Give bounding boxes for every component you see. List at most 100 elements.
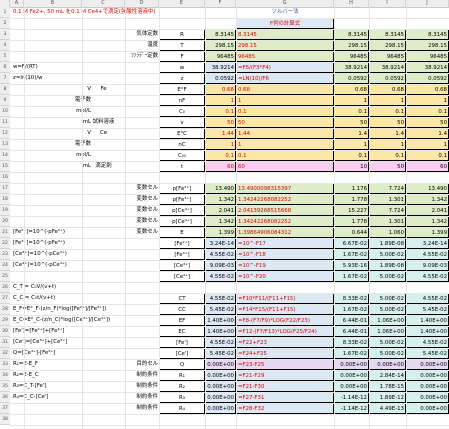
row-header-1[interactable]: 1	[0, 7, 10, 18]
value-cell-j[interactable]: 4.55E-02	[406, 293, 449, 304]
value-cell-j[interactable]: 96485	[406, 51, 449, 62]
formula-cell-g[interactable]: 1.39864906084312	[236, 227, 334, 238]
value-cell-h[interactable]: 6.67E-02	[334, 238, 369, 249]
column-header-d[interactable]: D	[125, 0, 159, 7]
value-cell-i[interactable]: 1.89E-08	[369, 260, 406, 271]
value-cell-h[interactable]: 96485	[334, 51, 369, 62]
value-cell-h[interactable]: 50	[334, 117, 369, 128]
value-cell-f[interactable]: 60	[205, 161, 236, 172]
value-cell-h[interactable]: 6.44E-01	[334, 315, 369, 326]
value-cell-f[interactable]: 0.00E+00	[205, 359, 236, 370]
row-header-20[interactable]: 20	[0, 216, 10, 227]
value-cell-h[interactable]: 8.3145	[334, 29, 369, 40]
formula-cell-g[interactable]: 96485	[236, 51, 334, 62]
symbol-cell[interactable]: CT	[159, 293, 205, 304]
value-cell-j[interactable]: 0.00E+00	[406, 403, 449, 414]
symbol-cell[interactable]: R₁	[159, 370, 205, 381]
formula-cell-g[interactable]: =F21-F30	[236, 381, 334, 392]
value-cell-h[interactable]: 0.644	[334, 227, 369, 238]
symbol-cell[interactable]: E	[159, 227, 205, 238]
symbol-cell[interactable]: T	[159, 40, 205, 51]
value-cell-i[interactable]: 1.4	[369, 128, 406, 139]
formula-cell-g[interactable]: =LN(10)/F6	[236, 73, 334, 84]
value-cell-j[interactable]: 1.342	[406, 194, 449, 205]
column-header-i[interactable]: I	[369, 0, 406, 7]
symbol-cell[interactable]: [Fe³⁺]	[159, 249, 205, 260]
formula-cell-g[interactable]: =F27-F31	[236, 392, 334, 403]
value-cell-h[interactable]: 1	[334, 139, 369, 150]
value-cell-h[interactable]: 1.67E-02	[334, 271, 369, 282]
value-cell-i[interactable]: 0.0592	[369, 73, 406, 84]
value-cell-i[interactable]: 7.724	[369, 183, 406, 194]
value-cell-j[interactable]: 5.45E-02	[406, 348, 449, 359]
value-cell-j[interactable]: 1.40E+00	[406, 326, 449, 337]
value-cell-j[interactable]: 1.342	[406, 216, 449, 227]
formula-cell-g[interactable]: =F5/(F3*F4)	[236, 62, 334, 73]
row-header-11[interactable]: 11	[0, 117, 10, 128]
value-cell-f[interactable]: 1.40E+00	[205, 326, 236, 337]
value-cell-j[interactable]: 38.9214	[406, 62, 449, 73]
value-cell-i[interactable]: 0.68	[369, 84, 406, 95]
value-cell-j[interactable]: 50	[406, 117, 449, 128]
symbol-cell[interactable]: F	[159, 51, 205, 62]
value-cell-j[interactable]: 0.00E+00	[406, 392, 449, 403]
value-cell-h[interactable]: 1.67E-02	[334, 348, 369, 359]
value-cell-f[interactable]: 5.45E-02	[205, 304, 236, 315]
value-cell-f[interactable]: 0.00E+00	[205, 381, 236, 392]
value-cell-i[interactable]: 1.060	[369, 227, 406, 238]
value-cell-h[interactable]: 0.1	[334, 106, 369, 117]
value-cell-f[interactable]: 4.55E-02	[205, 271, 236, 282]
formula-cell-g[interactable]: =F23-F25	[236, 359, 334, 370]
value-cell-i[interactable]: 1.301	[369, 194, 406, 205]
formula-cell-g[interactable]: 0.1	[236, 150, 334, 161]
formula-cell-g[interactable]: =10^-F18	[236, 249, 334, 260]
value-cell-f[interactable]: 9.09E-03	[205, 260, 236, 271]
value-cell-i[interactable]: 38.9214	[369, 62, 406, 73]
value-cell-f[interactable]: 3.24E-14	[205, 238, 236, 249]
value-cell-h[interactable]: 0.00E+00	[334, 370, 369, 381]
value-cell-h[interactable]: 1	[334, 95, 369, 106]
row-header-29[interactable]: 29	[0, 315, 10, 326]
symbol-cell[interactable]: [Ce⁴⁺]	[159, 271, 205, 282]
formula-cell-g[interactable]: 50	[236, 117, 334, 128]
value-cell-f[interactable]: 0.1	[205, 150, 236, 161]
value-cell-i[interactable]: 5.00E-02	[369, 304, 406, 315]
value-cell-f[interactable]: 96485	[205, 51, 236, 62]
formula-cell-g[interactable]: =10^-F20	[236, 271, 334, 282]
formula-cell-g[interactable]: 13.4900098315397	[236, 183, 334, 194]
row-header-4[interactable]: 4	[0, 40, 10, 51]
value-cell-i[interactable]: 0.00E+00	[369, 359, 406, 370]
value-cell-j[interactable]: 0.00E+00	[406, 381, 449, 392]
value-cell-i[interactable]: 96485	[369, 51, 406, 62]
value-cell-j[interactable]: 13.490	[406, 183, 449, 194]
value-cell-i[interactable]: 8.3145	[369, 29, 406, 40]
row-header-38[interactable]: 38	[0, 414, 10, 425]
value-cell-i[interactable]: 5.00E-02	[369, 348, 406, 359]
row-header-33[interactable]: 33	[0, 359, 10, 370]
row-header-15[interactable]: 15	[0, 161, 10, 172]
value-cell-i[interactable]: 1.89E-12	[369, 392, 406, 403]
row-header-21[interactable]: 21	[0, 227, 10, 238]
value-cell-f[interactable]: 1.40E+00	[205, 315, 236, 326]
row-header-24[interactable]: 24	[0, 260, 10, 271]
value-cell-f[interactable]: 1.44	[205, 128, 236, 139]
value-cell-f[interactable]: 1	[205, 139, 236, 150]
value-cell-f[interactable]: 2.041	[205, 205, 236, 216]
value-cell-h[interactable]: 1.778	[334, 216, 369, 227]
formula-cell-g[interactable]: =F14*F15/(F11+F15)	[236, 304, 334, 315]
value-cell-j[interactable]: 4.55E-02	[406, 271, 449, 282]
value-cell-f[interactable]: 1.399	[205, 227, 236, 238]
value-cell-f[interactable]: 38.9214	[205, 62, 236, 73]
value-cell-j[interactable]: 0.68	[406, 84, 449, 95]
symbol-cell[interactable]: [Ce³⁺]	[159, 260, 205, 271]
formula-cell-g[interactable]: 1.34242268082252	[236, 194, 334, 205]
row-header-14[interactable]: 14	[0, 150, 10, 161]
row-header-26[interactable]: 26	[0, 282, 10, 293]
row-header-23[interactable]: 23	[0, 249, 10, 260]
formula-cell-g[interactable]: 1	[236, 139, 334, 150]
row-header-22[interactable]: 22	[0, 238, 10, 249]
value-cell-j[interactable]: 1	[406, 139, 449, 150]
value-cell-f[interactable]: 50	[205, 117, 236, 128]
symbol-cell[interactable]: [Fe²⁺]	[159, 238, 205, 249]
value-cell-h[interactable]: 0.00E+00	[334, 381, 369, 392]
